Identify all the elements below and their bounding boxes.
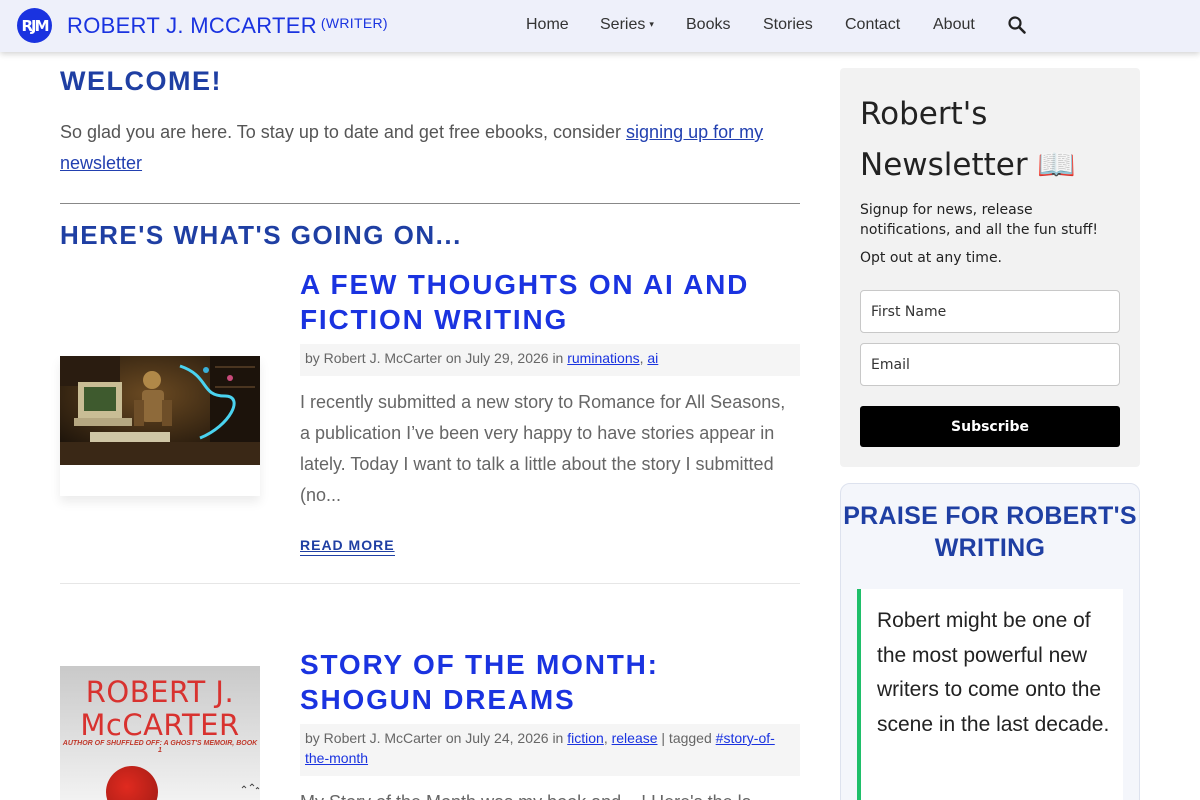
post-byline: by Robert J. McCarter on July 24, 2026 i… — [305, 730, 568, 746]
book-cover-sun — [106, 766, 158, 800]
book-cover-author: ROBERT J. McCARTER — [80, 675, 240, 742]
subscribe-button[interactable]: Subscribe — [860, 406, 1120, 447]
nav-item-series[interactable]: Series ▾ — [600, 16, 654, 34]
welcome-heading: WELCOME! — [60, 66, 222, 96]
site-title-text[interactable]: ROBERT J. MCCARTER — [67, 13, 317, 38]
search-icon[interactable] — [1007, 15, 1027, 35]
site-title[interactable]: ROBERT J. MCCARTER (WRITER) — [67, 13, 388, 39]
post-thumbnail-image[interactable]: ROBERT J. McCARTER AUTHOR OF SHUFFLED OF… — [60, 666, 260, 800]
post-byline: by Robert J. McCarter on July 29, 2026 i… — [305, 350, 568, 366]
praise-title: PRAISE FOR ROBERT'S WRITING — [843, 502, 1137, 562]
nav-item-books[interactable]: Books — [686, 16, 730, 34]
nav-item-stories[interactable]: Stories — [763, 16, 813, 34]
birds-icon — [241, 783, 260, 790]
book-cover-subtitle: AUTHOR OF SHUFFLED OFF: A GHOST'S MEMOIR… — [62, 740, 258, 754]
section-heading: HERE'S WHAT'S GOING ON... — [60, 220, 462, 250]
category-link[interactable]: release — [612, 730, 658, 746]
post-title[interactable]: Story of the Month: Shogun Dreams — [300, 647, 800, 717]
welcome-text: So glad you are here. To stay up to date… — [60, 117, 780, 179]
post-meta: by Robert J. McCarter on July 24, 2026 i… — [300, 724, 800, 776]
site-logo[interactable]: RJM — [17, 8, 52, 43]
category-link[interactable]: fiction — [567, 730, 604, 746]
site-header: RJM ROBERT J. MCCARTER (WRITER) Home Seri… — [0, 0, 1200, 52]
post-meta: by Robert J. McCarter on July 29, 2026 i… — [300, 344, 800, 376]
divider — [60, 203, 800, 204]
category-link[interactable]: ruminations — [567, 350, 639, 366]
post-thumbnail-image[interactable] — [60, 356, 260, 465]
newsletter-description: Signup for news, release notifications, … — [860, 202, 1098, 238]
post-excerpt: My Story of the Month was my book and ..… — [300, 787, 800, 800]
welcome-text-body: So glad you are here. To stay up to date… — [60, 122, 627, 142]
category-link[interactable]: ai — [647, 350, 658, 366]
nav-item-home[interactable]: Home — [526, 16, 569, 34]
nav-item-about[interactable]: About — [933, 16, 975, 34]
first-name-field[interactable] — [860, 290, 1120, 333]
tag-separator: | tagged — [657, 730, 716, 746]
post-divider — [60, 583, 800, 584]
post-title[interactable]: A Few Thoughts on AI and Fiction Writing — [300, 267, 800, 337]
nav-item-contact[interactable]: Contact — [845, 16, 900, 34]
chevron-down-icon[interactable]: ▾ — [649, 19, 654, 29]
praise-quote: Robert might be one of the most powerful… — [877, 609, 1110, 736]
email-field[interactable] — [860, 343, 1120, 386]
site-tagline: (WRITER) — [320, 15, 388, 31]
nav-item-series-label[interactable]: Series — [600, 16, 645, 33]
read-more-link[interactable]: READ MORE — [300, 537, 395, 556]
newsletter-title: Robert's Newsletter 📖 — [860, 96, 1077, 183]
newsletter-opt-out: Opt out at any time. — [860, 250, 1003, 266]
post-excerpt: I recently submitted a new story to Roma… — [300, 392, 786, 505]
